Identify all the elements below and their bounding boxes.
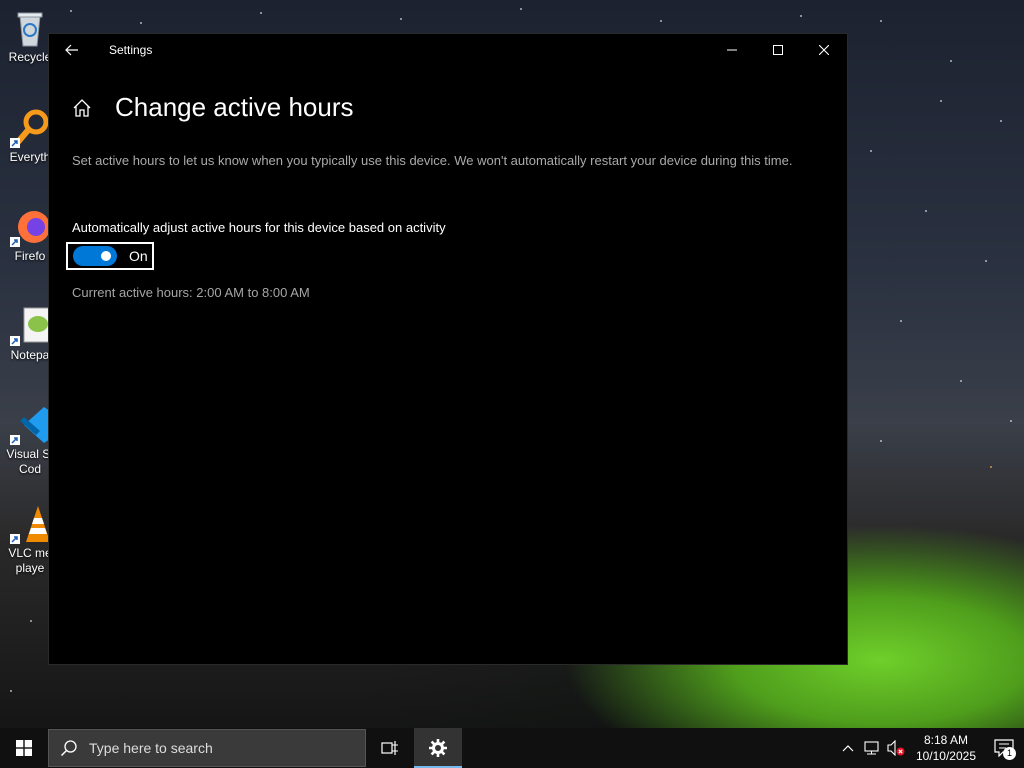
page-header: Change active hours <box>71 92 353 123</box>
vscode-icon <box>10 405 50 445</box>
chevron-up-icon <box>842 745 854 752</box>
close-icon <box>819 45 829 55</box>
settings-taskbar-button[interactable] <box>414 728 462 768</box>
search-icon <box>49 739 89 757</box>
toggle-state-label: On <box>129 248 148 264</box>
taskbar-search-box[interactable]: Type here to search <box>48 729 366 767</box>
notification-count-badge: 1 <box>1003 747 1016 760</box>
description-text: Set active hours to let us know when you… <box>72 153 793 168</box>
toggle-label: Automatically adjust active hours for th… <box>72 220 446 235</box>
vlc-icon <box>10 504 50 544</box>
maximize-button[interactable] <box>755 34 801 66</box>
speaker-muted-icon <box>887 740 905 756</box>
clock-date: 10/10/2025 <box>915 749 976 763</box>
search-placeholder: Type here to search <box>89 740 213 756</box>
toggle-switch[interactable] <box>73 246 117 266</box>
home-icon[interactable] <box>71 97 93 119</box>
everything-search-icon <box>10 108 50 148</box>
toggle-knob <box>101 251 111 261</box>
title-bar: Settings <box>49 34 847 66</box>
task-view-button[interactable] <box>366 728 414 768</box>
current-active-hours: Current active hours: 2:00 AM to 8:00 AM <box>72 285 310 300</box>
start-button[interactable] <box>0 728 48 768</box>
clock-button[interactable]: 8:18 AM 10/10/2025 <box>908 732 984 764</box>
arrow-left-icon <box>65 44 78 56</box>
back-button[interactable] <box>49 34 95 66</box>
maximize-icon <box>773 45 783 55</box>
network-button[interactable] <box>860 728 884 768</box>
notepad-plus-plus-icon <box>10 306 51 346</box>
settings-window: Settings Change active hours Set active … <box>48 33 848 665</box>
gear-icon <box>429 739 447 757</box>
system-tray: 8:18 AM 10/10/2025 1 <box>836 728 1024 768</box>
clock-time: 8:18 AM <box>923 733 968 747</box>
windows-logo-icon <box>16 740 32 756</box>
task-view-icon <box>381 741 398 755</box>
firefox-icon <box>10 207 50 247</box>
close-button[interactable] <box>801 34 847 66</box>
window-title: Settings <box>109 43 153 57</box>
show-hidden-icons-button[interactable] <box>836 728 860 768</box>
network-wired-icon <box>864 741 879 755</box>
page-title: Change active hours <box>115 92 354 122</box>
action-center-button[interactable]: 1 <box>984 728 1024 768</box>
auto-adjust-toggle[interactable]: On <box>66 242 154 270</box>
minimize-button[interactable] <box>709 34 755 66</box>
volume-button[interactable] <box>884 728 908 768</box>
recycle-bin-icon <box>10 8 50 48</box>
taskbar: Type here to search 8:18 AM 10/10/2025 1 <box>0 728 1024 768</box>
minimize-icon <box>727 49 737 51</box>
